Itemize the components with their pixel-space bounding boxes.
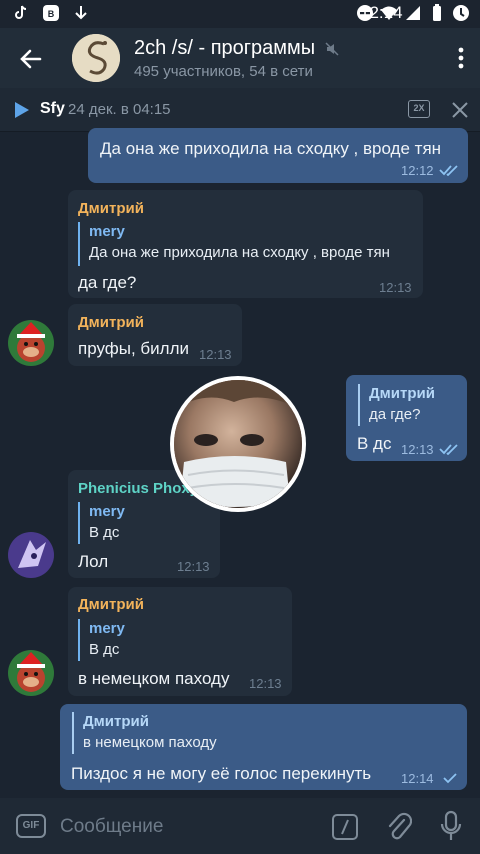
play-icon[interactable]: [14, 101, 30, 119]
read-checkmark-icon: [439, 165, 458, 176]
reply-author: mery: [89, 223, 125, 240]
reply-author: Дмитрий: [369, 385, 435, 402]
message-time: 12:13: [401, 442, 434, 457]
status-bar: B 12:14: [0, 0, 480, 28]
message-text: да где?: [78, 273, 137, 292]
more-menu-icon[interactable]: [458, 46, 464, 70]
signal-icon: [406, 6, 420, 20]
read-checkmark-icon: [439, 444, 458, 455]
message-text: в немецком паходу: [78, 669, 230, 688]
arrow-down-icon: [75, 6, 87, 20]
audio-player-bar[interactable]: Sfy 24 дек. в 04:15 2X: [0, 88, 480, 132]
reply-text: в немецком паходу: [83, 734, 217, 751]
outgoing-message[interactable]: Дмитрий в немецком паходу Пиздос я не мо…: [60, 704, 467, 790]
message-time: 12:14: [401, 771, 434, 786]
message-time: 12:13: [249, 676, 282, 691]
reply-text: Да она же приходила на сходку , вроде тя…: [89, 244, 390, 261]
chat-header: 2ch /s/ - программы 495 участников, 54 в…: [0, 28, 480, 88]
playback-speed-button[interactable]: 2X: [408, 100, 430, 118]
reply-text: В дс: [89, 524, 120, 541]
player-track-name: Sfy: [40, 100, 65, 117]
gif-button[interactable]: GIF: [16, 814, 46, 838]
status-time: 12:14: [360, 3, 403, 22]
reply-quote[interactable]: Дмитрий да где?: [358, 384, 435, 426]
player-track-date: 24 дек. в 04:15: [68, 101, 171, 118]
reply-author: mery: [89, 620, 125, 637]
message-sender: Дмитрий: [78, 314, 144, 331]
vk-icon: B: [43, 5, 59, 21]
svg-text:B: B: [48, 9, 55, 19]
chat-subtitle: 495 участников, 54 в сети: [134, 63, 313, 80]
reply-quote[interactable]: mery В дс: [78, 502, 125, 544]
message-time: 12:13: [199, 347, 232, 362]
user-avatar[interactable]: [8, 650, 54, 696]
sent-checkmark-icon: [443, 773, 457, 784]
message-composer: GIF Сообщение: [0, 798, 480, 854]
reply-quote[interactable]: mery Да она же приходила на сходку , вро…: [78, 222, 390, 266]
user-avatar[interactable]: [8, 532, 54, 578]
message-time: 12:13: [177, 559, 210, 574]
data-saver-icon: [453, 5, 469, 21]
bot-commands-icon[interactable]: [332, 814, 358, 840]
muted-icon: [325, 42, 339, 56]
back-arrow-icon[interactable]: [16, 44, 46, 74]
incoming-message[interactable]: Дмитрий mery Да она же приходила на сход…: [68, 190, 423, 298]
outgoing-message[interactable]: Дмитрий да где? В дс 12:13: [346, 375, 467, 461]
message-sender: Дмитрий: [78, 596, 144, 613]
chat-title[interactable]: 2ch /s/ - программы: [134, 37, 339, 60]
message-text: В дс: [357, 434, 392, 453]
reply-quote[interactable]: mery В дс: [78, 619, 125, 661]
close-player-icon[interactable]: [451, 101, 469, 119]
message-text: Пиздос я не могу её голос перекинуть: [71, 764, 372, 783]
message-sender: Дмитрий: [78, 200, 144, 217]
microphone-icon[interactable]: [440, 810, 462, 842]
reply-author: Дмитрий: [83, 713, 149, 730]
tiktok-icon: [15, 5, 27, 19]
video-message[interactable]: [170, 376, 306, 512]
battery-icon: [433, 4, 441, 21]
message-time: 12:12: [401, 163, 434, 178]
reply-author: mery: [89, 503, 125, 520]
message-time: 12:13: [379, 280, 412, 295]
user-avatar[interactable]: [8, 320, 54, 366]
incoming-message[interactable]: Дмитрий mery В дс в немецком паходу 12:1…: [68, 587, 292, 696]
reply-text: В дс: [89, 641, 120, 658]
message-text: пруфы, билли: [78, 339, 189, 358]
chat-avatar[interactable]: [72, 34, 120, 82]
incoming-message[interactable]: Дмитрий пруфы, билли 12:13: [68, 304, 242, 366]
attach-icon[interactable]: [386, 812, 412, 842]
message-sender: Phenicius Phoxy: [78, 480, 199, 497]
message-input[interactable]: Сообщение: [60, 816, 163, 838]
message-text: Да она же приходила на сходку , вроде тя…: [100, 139, 442, 158]
reply-quote[interactable]: Дмитрий в немецком паходу: [72, 712, 217, 754]
message-text: Лол: [78, 552, 109, 571]
outgoing-message[interactable]: Да она же приходила на сходку , вроде тя…: [88, 128, 468, 183]
reply-text: да где?: [369, 406, 421, 423]
